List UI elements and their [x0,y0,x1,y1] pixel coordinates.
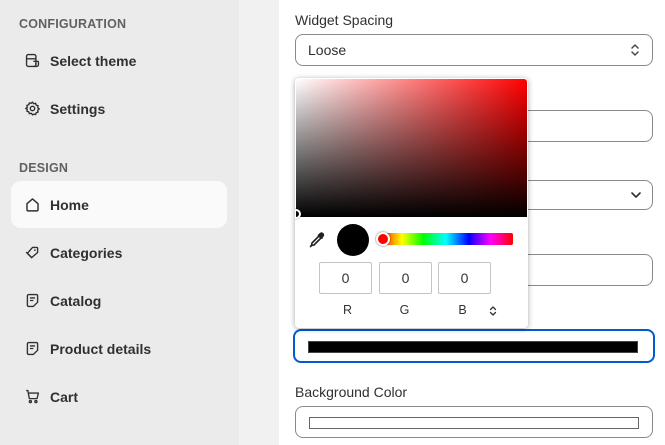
green-input[interactable]: 0 [379,262,432,294]
sidebar-item-categories[interactable]: Categories [11,229,227,276]
sidebar-item-label: Product details [50,340,152,357]
color-input-active[interactable] [293,329,655,363]
saturation-area[interactable] [296,79,527,217]
green-label: G [399,303,410,317]
tag-icon [23,244,41,262]
chevron-down-icon [631,192,641,198]
gear-icon [23,100,41,118]
note-icon [23,292,41,310]
eyedropper-icon[interactable] [308,231,326,249]
sidebar: CONFIGURATION Select theme Settings DESI… [0,0,239,445]
hue-slider[interactable] [379,233,513,245]
red-label: R [342,303,353,317]
widget-spacing-value: Loose [308,42,347,58]
blue-label: B [458,303,467,317]
sidebar-item-label: Catalog [50,292,102,309]
sidebar-item-label: Categories [50,244,123,261]
background-color-swatch [309,417,639,429]
sidebar-item-product-details[interactable]: Product details [11,325,227,372]
content-gutter [239,0,279,445]
cart-icon [23,388,41,406]
theme-icon [23,52,41,70]
sidebar-item-cart[interactable]: Cart [11,373,227,420]
hue-slider-thumb[interactable] [376,232,390,246]
format-toggle-icon[interactable] [488,304,498,318]
sidebar-item-select-theme[interactable]: Select theme [11,37,227,84]
widget-spacing-label: Widget Spacing [295,12,394,28]
home-icon [23,196,41,214]
sidebar-item-label: Settings [50,100,106,117]
background-color-input[interactable] [295,406,653,438]
sidebar-item-catalog[interactable]: Catalog [11,277,227,324]
saturation-cursor[interactable] [295,209,301,219]
red-input[interactable]: 0 [319,262,372,294]
sidebar-item-settings[interactable]: Settings [11,85,227,132]
color-swatch [308,341,638,353]
sidebar-item-label: Select theme [50,52,137,69]
note-icon [23,340,41,358]
sidebar-item-label: Home [50,196,89,213]
section-label-configuration: CONFIGURATION [19,17,127,31]
background-color-label: Background Color [295,384,408,400]
widget-spacing-select[interactable]: Loose [295,34,653,66]
blue-input[interactable]: 0 [438,262,491,294]
color-picker-popover: 0 0 0 R G B [295,78,528,328]
section-label-design: DESIGN [19,161,69,175]
chevron-updown-icon [631,44,639,56]
sidebar-item-home[interactable]: Home [11,181,227,228]
color-preview [337,224,369,256]
sidebar-item-label: Cart [50,388,79,405]
